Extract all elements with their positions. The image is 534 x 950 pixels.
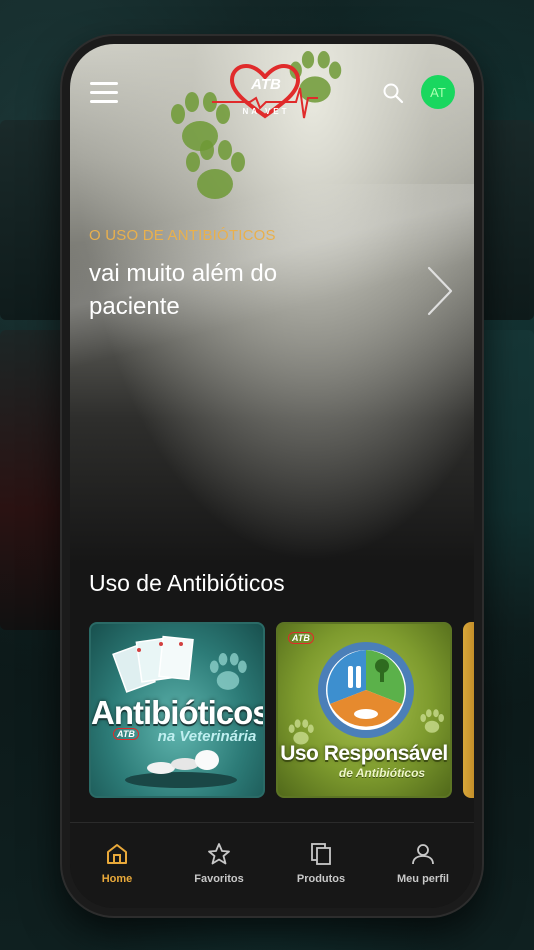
nav-favoritos[interactable]: Favoritos bbox=[174, 835, 264, 895]
nav-produtos[interactable]: Produtos bbox=[276, 835, 366, 895]
globe-icon bbox=[318, 642, 414, 738]
nav-home[interactable]: Home bbox=[72, 835, 162, 895]
hero-eyebrow: O USO DE ANTIBIÓTICOS bbox=[89, 227, 276, 244]
hero-banner[interactable]: ATB NA VET AT O USO DE ANTIBIÓTICOS vai … bbox=[70, 44, 474, 564]
menu-icon-bar bbox=[90, 100, 118, 103]
card-partial[interactable] bbox=[463, 622, 474, 798]
card-logo: ATB bbox=[288, 632, 314, 644]
phone-frame: ATB NA VET AT O USO DE ANTIBIÓTICOS vai … bbox=[62, 36, 482, 916]
card-title: Uso Responsável bbox=[280, 742, 448, 765]
card-carousel[interactable]: Antibióticos ATB na Veterinária ATB Uso … bbox=[89, 622, 474, 802]
copy-icon bbox=[311, 843, 331, 865]
nav-meu-perfil[interactable]: Meu perfil bbox=[378, 835, 468, 895]
pills-icon bbox=[125, 750, 237, 788]
app-screen: ATB NA VET AT O USO DE ANTIBIÓTICOS vai … bbox=[70, 44, 474, 908]
home-icon bbox=[107, 844, 127, 864]
chevron-right-icon[interactable] bbox=[425, 264, 455, 318]
bottom-navigation: Home Favoritos Produtos Meu perfil bbox=[70, 822, 474, 908]
card-antibioticos-veterinaria[interactable]: Antibióticos ATB na Veterinária bbox=[89, 622, 265, 798]
user-icon bbox=[412, 844, 434, 865]
nav-label: Favoritos bbox=[194, 873, 244, 885]
app-header: ATB NA VET AT bbox=[70, 44, 474, 144]
nav-label: Produtos bbox=[296, 873, 346, 885]
paw-print-icon bbox=[209, 653, 247, 690]
avatar[interactable]: AT bbox=[421, 75, 455, 109]
background-thumbnail bbox=[0, 330, 70, 630]
documents-icon bbox=[112, 635, 194, 693]
paw-print-icon bbox=[186, 140, 245, 199]
background-thumbnail bbox=[0, 120, 70, 320]
logo-subtext: NA VET bbox=[242, 107, 290, 116]
paw-print-icon bbox=[420, 709, 444, 733]
app-logo[interactable]: ATB NA VET bbox=[210, 58, 320, 128]
menu-icon-bar bbox=[90, 91, 118, 94]
card-uso-responsavel[interactable]: ATB Uso Responsável de Antibióticos bbox=[276, 622, 452, 798]
card-subtitle: na Veterinária bbox=[157, 728, 257, 745]
card-subtitle: de Antibióticos bbox=[338, 766, 426, 780]
star-icon bbox=[208, 843, 230, 865]
logo-text: ATB bbox=[251, 76, 281, 93]
hero-title: vai muito além do paciente bbox=[89, 260, 278, 320]
section-title: Uso de Antibióticos bbox=[89, 570, 285, 596]
nav-label: Meu perfil bbox=[397, 873, 449, 885]
card-title: Antibióticos bbox=[91, 694, 265, 731]
heart-pulse-icon bbox=[212, 63, 318, 119]
menu-icon-bar bbox=[90, 82, 118, 85]
nav-label: Home bbox=[101, 873, 133, 885]
search-icon[interactable] bbox=[382, 82, 404, 104]
menu-button[interactable] bbox=[90, 82, 118, 106]
